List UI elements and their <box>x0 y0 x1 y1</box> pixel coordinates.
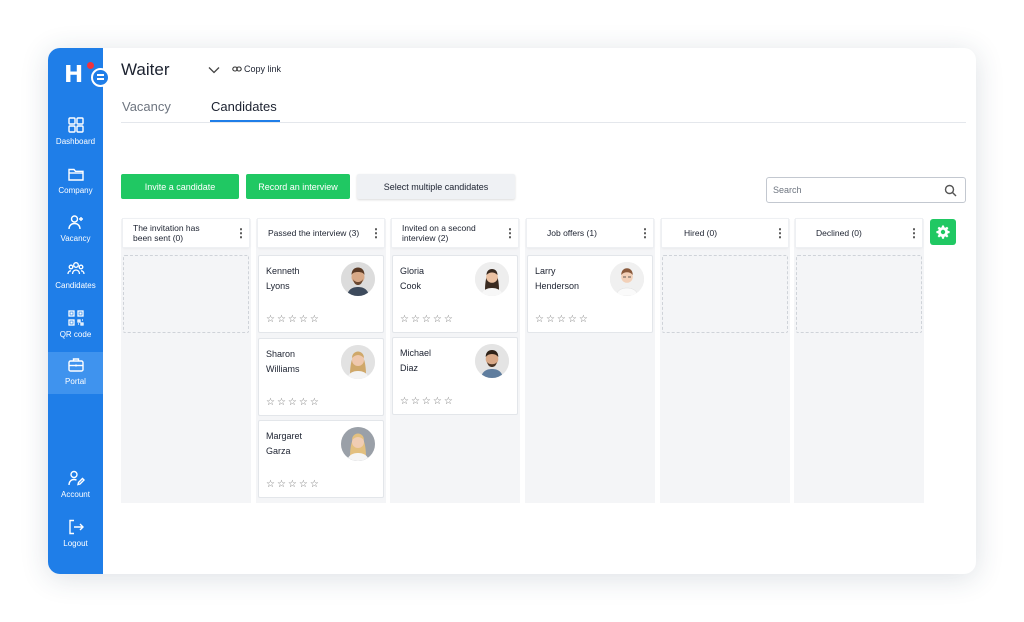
sidebar-item-vacancy[interactable]: Vacancy <box>48 209 103 251</box>
star-rating[interactable]: ☆☆☆☆☆ <box>266 314 321 325</box>
search-box <box>766 177 966 203</box>
avatar <box>475 262 509 296</box>
sidebar-item-label: Logout <box>63 539 88 548</box>
column-title: Invited on a second interview (2) <box>402 223 476 243</box>
sidebar-item-label: Vacancy <box>60 234 91 243</box>
folder-icon <box>67 168 84 181</box>
sidebar-item-logout[interactable]: Logout <box>48 514 103 556</box>
avatar <box>341 427 375 461</box>
kebab-menu-icon[interactable]: ⋮ <box>637 227 653 239</box>
tab-candidates[interactable]: Candidates <box>211 99 277 114</box>
record-interview-button[interactable]: Record an interview <box>246 174 350 199</box>
candidate-name: Gloria Cook <box>400 266 425 291</box>
sidebar-item-company[interactable]: Company <box>48 161 103 203</box>
sidebar-item-label: Company <box>58 186 93 195</box>
sidebar-item-portal[interactable]: Portal <box>48 352 103 394</box>
avatar <box>610 262 644 296</box>
avatar <box>341 345 375 379</box>
sidebar-item-label: Candidates <box>55 281 96 290</box>
logout-icon <box>68 519 84 535</box>
avatar <box>475 344 509 378</box>
candidate-name: Larry Henderson <box>535 266 580 291</box>
candidate-card[interactable]: Michael Diaz ☆☆☆☆☆ <box>392 337 518 415</box>
sidebar-item-candidates[interactable]: Candidates <box>48 256 103 298</box>
sidebar-item-label: Account <box>61 490 90 499</box>
candidate-card[interactable]: Kenneth Lyons ☆☆☆☆☆ <box>258 255 384 333</box>
candidate-card[interactable]: Margaret Garza ☆☆☆☆☆ <box>258 420 384 498</box>
kebab-menu-icon[interactable]: ⋮ <box>233 227 249 239</box>
link-icon <box>232 66 242 72</box>
invite-candidate-button[interactable]: Invite a candidate <box>121 174 239 199</box>
column-title: Job offers (1) <box>547 228 597 238</box>
qr-code-icon <box>67 310 84 326</box>
sidebar-item-dashboard[interactable]: Dashboard <box>48 112 103 154</box>
column-title: Hired (0) <box>684 228 718 238</box>
sidebar-item-label: QR code <box>59 330 92 339</box>
star-rating[interactable]: ☆☆☆☆☆ <box>400 314 455 325</box>
gear-icon <box>936 225 950 239</box>
copy-link-button[interactable]: Copy link <box>232 64 281 74</box>
candidate-card[interactable]: Sharon Williams ☆☆☆☆☆ <box>258 338 384 416</box>
candidate-name: Michael Diaz <box>400 348 432 373</box>
column-header: Hired (0) ⋮ <box>662 219 788 247</box>
drop-zone <box>123 255 249 333</box>
tab-vacancy[interactable]: Vacancy <box>122 99 171 114</box>
dashboard-icon <box>67 117 84 133</box>
star-rating[interactable]: ☆☆☆☆☆ <box>535 314 590 325</box>
sidebar-item-qr-code[interactable]: QR code <box>48 305 103 347</box>
search-input[interactable] <box>773 183 933 197</box>
column-header: Declined (0) ⋮ <box>796 219 922 247</box>
kebab-menu-icon[interactable]: ⋮ <box>502 227 518 239</box>
logo-menu-icon <box>91 68 110 87</box>
app-window: H Dashboard Company Vacancy Candidates Q… <box>48 48 976 574</box>
tabs-divider <box>121 122 966 123</box>
chevron-down-icon[interactable] <box>208 66 220 74</box>
user-plus-icon <box>67 215 83 230</box>
column-header: Invited on a second interview (2) ⋮ <box>392 219 518 247</box>
star-rating[interactable]: ☆☆☆☆☆ <box>266 397 321 408</box>
candidate-name: Sharon Williams <box>266 349 300 374</box>
select-multiple-button[interactable]: Select multiple candidates <box>357 174 515 199</box>
briefcase-icon <box>67 358 84 372</box>
star-rating[interactable]: ☆☆☆☆☆ <box>266 479 321 490</box>
drop-zone <box>796 255 922 333</box>
candidate-name: Kenneth Lyons <box>266 266 300 291</box>
column-title: Declined (0) <box>816 228 862 238</box>
column-title: The invitation has been sent (0) <box>133 223 200 243</box>
app-logo[interactable]: H <box>60 60 110 90</box>
candidate-card[interactable]: Gloria Cook ☆☆☆☆☆ <box>392 255 518 333</box>
column-header: Passed the interview (3) ⋮ <box>258 219 384 247</box>
copy-link-label: Copy link <box>244 64 282 74</box>
user-edit-icon <box>67 470 85 486</box>
candidate-name: Margaret Garza <box>266 431 303 456</box>
kebab-menu-icon[interactable]: ⋮ <box>368 227 384 239</box>
kebab-menu-icon[interactable]: ⋮ <box>772 227 788 239</box>
logo-letter: H <box>64 62 84 88</box>
avatar <box>341 262 375 296</box>
sidebar: H Dashboard Company Vacancy Candidates Q… <box>48 48 110 574</box>
column-header: Job offers (1) ⋮ <box>527 219 653 247</box>
search-icon[interactable] <box>944 184 957 197</box>
column-header: The invitation has been sent (0) ⋮ <box>123 219 249 247</box>
sidebar-item-label: Portal <box>65 377 86 386</box>
logo-dot <box>87 62 94 69</box>
candidate-card[interactable]: Larry Henderson ☆☆☆☆☆ <box>527 255 653 333</box>
drop-zone <box>662 255 788 333</box>
sidebar-item-label: Dashboard <box>55 137 96 146</box>
column-title: Passed the interview (3) <box>268 228 360 238</box>
page-title: Waiter <box>121 60 170 79</box>
star-rating[interactable]: ☆☆☆☆☆ <box>400 396 455 407</box>
users-icon <box>66 262 85 275</box>
kebab-menu-icon[interactable]: ⋮ <box>906 227 922 239</box>
sidebar-item-account[interactable]: Account <box>48 465 103 507</box>
board-settings-button[interactable] <box>930 219 956 245</box>
